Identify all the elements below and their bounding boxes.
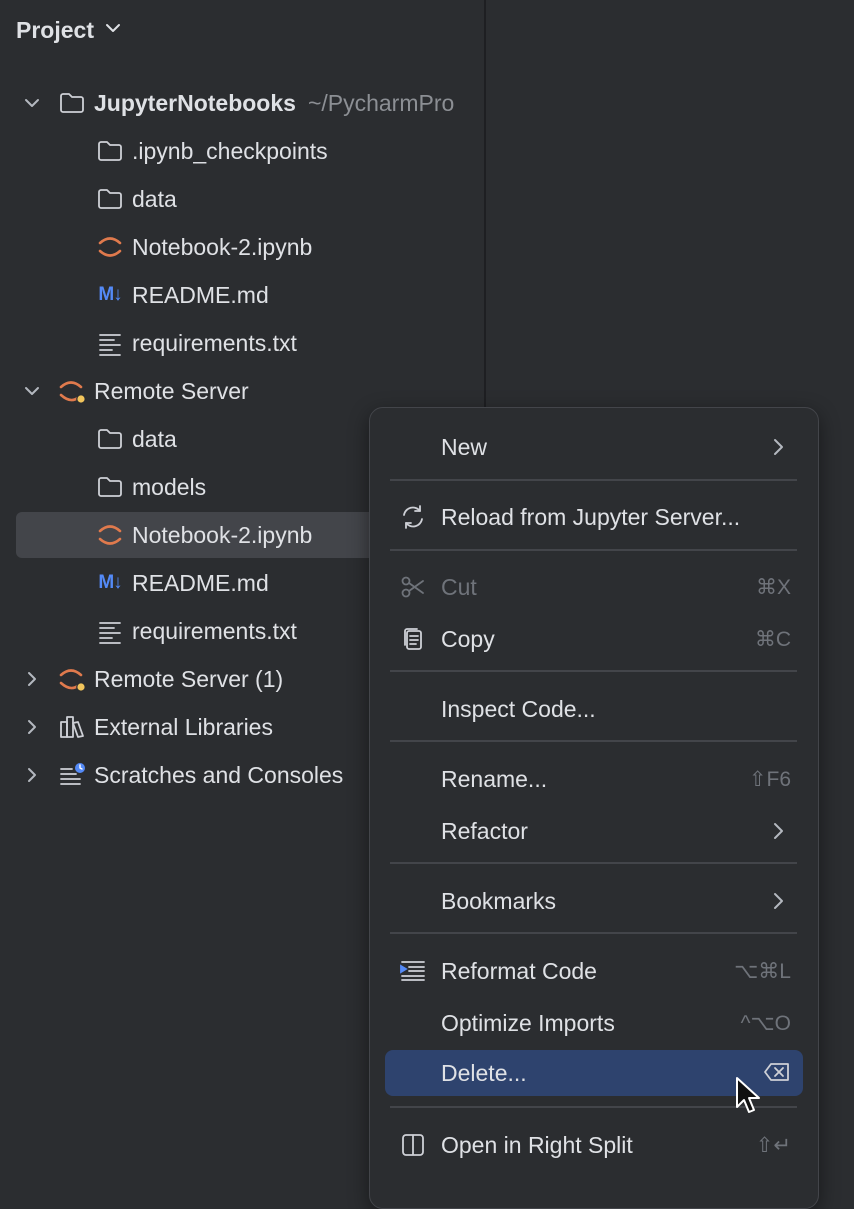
- menu-item-bookmarks[interactable]: Bookmarks: [385, 878, 803, 924]
- menu-item-new[interactable]: New: [385, 424, 803, 470]
- menu-separator: [390, 740, 797, 742]
- text-file-icon: [96, 617, 124, 645]
- menu-item-shortcut: ⌥⌘L: [734, 960, 791, 983]
- markdown-glyph: M↓: [98, 572, 122, 593]
- tree-row[interactable]: .ipynb_checkpoints: [0, 128, 580, 174]
- tree-item-label: Notebook-2.ipynb: [132, 233, 313, 260]
- tree-item-label: .ipynb_checkpoints: [132, 137, 328, 164]
- tree-item-label: data: [132, 185, 177, 212]
- reload-icon: [399, 503, 427, 531]
- copy-icon: [399, 625, 427, 653]
- tree-item-path: ~/PycharmPro: [307, 89, 455, 116]
- chevron-down-icon[interactable]: [20, 379, 44, 403]
- menu-separator: [390, 670, 797, 672]
- jupyter-icon: [96, 233, 124, 261]
- menu-item-optimize-imports[interactable]: Optimize Imports ^⌥O: [385, 1000, 803, 1046]
- scratches-icon: [58, 761, 86, 789]
- menu-item-label: Copy: [441, 626, 495, 652]
- menu-item-cut[interactable]: Cut ⌘X: [385, 564, 803, 610]
- menu-item-label: Rename...: [441, 766, 548, 792]
- tree-item-label: data: [132, 425, 177, 452]
- jupyter-server-icon: [58, 665, 86, 693]
- menu-item-label: New: [441, 434, 488, 460]
- menu-item-label: Bookmarks: [441, 888, 557, 914]
- folder-icon: [96, 473, 124, 501]
- tree-row[interactable]: M↓ README.md: [0, 272, 580, 318]
- menu-item-label: Cut: [441, 574, 477, 600]
- tree-item-label: requirements.txt: [132, 617, 297, 644]
- menu-item-reload[interactable]: Reload from Jupyter Server...: [385, 494, 803, 540]
- menu-item-refactor[interactable]: Refactor: [385, 808, 803, 854]
- menu-item-label: Delete...: [441, 1060, 527, 1086]
- chevron-down-icon[interactable]: [104, 19, 122, 42]
- reformat-icon: [399, 957, 427, 985]
- menu-item-shortcut: ⌘X: [755, 576, 791, 599]
- menu-item-shortcut: ⇧F6: [748, 768, 791, 791]
- markdown-icon: M↓: [96, 281, 124, 309]
- split-right-icon: [399, 1131, 427, 1159]
- menu-item-label: Open in Right Split: [441, 1132, 633, 1158]
- chevron-right-icon[interactable]: [20, 715, 44, 739]
- menu-item-shortcut: ^⌥O: [740, 1012, 791, 1035]
- scissors-icon: [399, 573, 427, 601]
- menu-item-label: Refactor: [441, 818, 528, 844]
- delete-key-icon: [763, 1060, 791, 1090]
- tree-item-label: Scratches and Consoles: [94, 761, 344, 788]
- chevron-right-icon: [774, 439, 783, 455]
- folder-icon: [96, 137, 124, 165]
- menu-item-label: Reformat Code: [441, 958, 597, 984]
- tree-item-label: JupyterNotebooks: [94, 89, 296, 116]
- tree-row[interactable]: data: [0, 176, 580, 222]
- menu-separator: [390, 549, 797, 551]
- jupyter-server-icon: [58, 377, 86, 405]
- menu-separator: [390, 932, 797, 934]
- chevron-down-icon[interactable]: [20, 91, 44, 115]
- tree-row[interactable]: JupyterNotebooks ~/PycharmPro: [0, 80, 542, 126]
- tree-item-label: README.md: [132, 569, 269, 596]
- menu-item-label: Reload from Jupyter Server...: [441, 504, 741, 530]
- menu-item-reformat-code[interactable]: Reformat Code ⌥⌘L: [385, 948, 803, 994]
- tree-item-label: Remote Server: [94, 377, 249, 404]
- text-file-icon: [96, 329, 124, 357]
- folder-icon: [96, 425, 124, 453]
- markdown-icon: M↓: [96, 569, 124, 597]
- tree-item-label: External Libraries: [94, 713, 273, 740]
- menu-item-open-right-split[interactable]: Open in Right Split ⇧↵: [385, 1122, 803, 1168]
- folder-icon: [58, 89, 86, 117]
- menu-item-copy[interactable]: Copy ⌘C: [385, 616, 803, 662]
- tree-item-label: Remote Server (1): [94, 665, 284, 692]
- menu-item-label: Optimize Imports: [441, 1010, 615, 1036]
- menu-item-inspect-code[interactable]: Inspect Code...: [385, 686, 803, 732]
- chevron-right-icon: [774, 823, 783, 839]
- library-icon: [58, 713, 86, 741]
- menu-item-shortcut: ⌘C: [754, 628, 791, 651]
- mouse-cursor-icon: [736, 1077, 760, 1113]
- menu-item-shortcut: ⇧↵: [755, 1134, 791, 1157]
- tree-item-label: Notebook-2.ipynb: [132, 521, 313, 548]
- menu-separator: [390, 479, 797, 481]
- menu-item-rename[interactable]: Rename... ⇧F6: [385, 756, 803, 802]
- jupyter-icon: [96, 521, 124, 549]
- tree-row[interactable]: requirements.txt: [0, 320, 580, 366]
- tree-row[interactable]: Notebook-2.ipynb: [0, 224, 580, 270]
- project-view-header[interactable]: Project: [16, 14, 122, 46]
- folder-icon: [96, 185, 124, 213]
- tree-item-label: models: [132, 473, 207, 500]
- project-view-title: Project: [16, 16, 94, 43]
- markdown-glyph: M↓: [98, 284, 122, 305]
- menu-separator: [390, 862, 797, 864]
- tree-item-label: README.md: [132, 281, 269, 308]
- menu-item-label: Inspect Code...: [441, 696, 596, 722]
- chevron-right-icon[interactable]: [20, 667, 44, 691]
- chevron-right-icon[interactable]: [20, 763, 44, 787]
- chevron-right-icon: [774, 893, 783, 909]
- tree-item-label: requirements.txt: [132, 329, 297, 356]
